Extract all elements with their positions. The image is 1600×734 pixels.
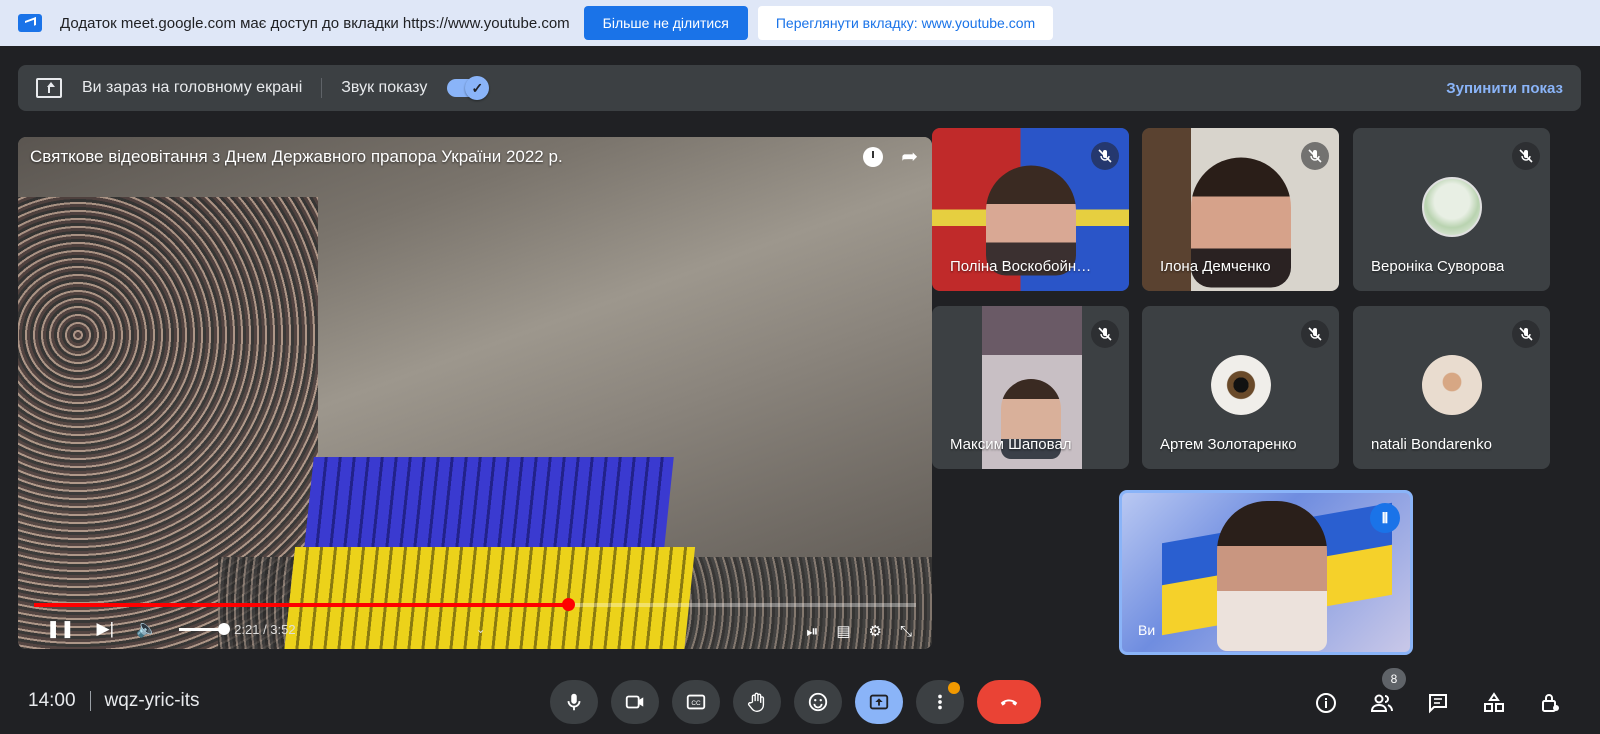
share-tab-icon	[18, 14, 42, 32]
activities-button[interactable]	[1481, 690, 1507, 716]
pause-icon[interactable]: ❚❚	[46, 619, 75, 639]
participant-tile[interactable]: natali Bondarenko	[1353, 306, 1550, 469]
more-vert-icon	[938, 694, 942, 710]
call-end-icon	[1000, 699, 1018, 706]
mic-off-icon	[1091, 142, 1119, 170]
participant-count-badge: 8	[1382, 668, 1406, 690]
chat-button[interactable]	[1425, 690, 1451, 716]
info-icon	[1316, 693, 1336, 713]
video-progress-bar[interactable]	[34, 598, 916, 611]
participant-tile[interactable]: Артем Золотаренко	[1142, 306, 1339, 469]
autoplay-toggle-icon[interactable]: ⏯	[806, 623, 818, 640]
subtitles-icon[interactable]: ▤	[836, 622, 850, 640]
host-controls-button[interactable]	[1537, 690, 1563, 716]
stop-presenting-button[interactable]: Зупинити показ	[1446, 80, 1563, 97]
clock-time: 14:00	[28, 690, 76, 711]
present-screen-icon	[36, 78, 62, 98]
volume-icon[interactable]: 🔈	[136, 619, 157, 639]
self-name: Ви	[1138, 622, 1156, 638]
present-to-all-icon	[869, 694, 889, 710]
mic-off-icon	[1301, 142, 1329, 170]
emoji-icon	[808, 692, 828, 712]
view-tab-button[interactable]: Переглянути вкладку: www.youtube.com	[757, 6, 1054, 40]
participant-tile[interactable]: Ілона Демченко	[1142, 128, 1339, 291]
more-options-button[interactable]	[916, 680, 964, 724]
participant-tile[interactable]: Поліна Воскобойн…	[932, 128, 1129, 291]
share-banner: Додаток meet.google.com має доступ до вк…	[0, 0, 1600, 46]
progress-fill	[34, 603, 569, 607]
next-icon[interactable]: ▶|	[97, 619, 115, 639]
raise-hand-button[interactable]	[733, 680, 781, 724]
chat-icon	[1429, 694, 1447, 714]
camera-button[interactable]	[611, 680, 659, 724]
participant-name: Поліна Воскобойн…	[950, 258, 1092, 275]
people-icon	[1370, 694, 1393, 712]
present-button[interactable]	[855, 680, 903, 724]
settings-icon[interactable]: ⚙	[869, 622, 882, 640]
check-icon: ✓	[465, 76, 490, 100]
leave-call-button[interactable]	[977, 680, 1041, 724]
meeting-code: wqz-yric-its	[104, 690, 200, 711]
divider	[321, 78, 323, 98]
self-video-tile[interactable]: ⦀ Ви	[1119, 490, 1413, 655]
fullscreen-exit-icon[interactable]: ⤡	[900, 623, 912, 640]
reactions-button[interactable]	[794, 680, 842, 724]
hand-icon	[747, 692, 765, 712]
watch-later-icon[interactable]	[863, 147, 884, 167]
participant-name: natali Bondarenko	[1371, 436, 1492, 453]
svg-text:CC: CC	[691, 700, 701, 707]
participant-avatar	[1210, 354, 1271, 415]
participant-avatar	[1421, 176, 1482, 237]
shapes-icon	[1484, 692, 1504, 712]
divider	[89, 691, 91, 711]
mic-button[interactable]	[550, 680, 598, 724]
mic-icon	[567, 693, 581, 711]
audio-label: Звук показу	[341, 79, 428, 96]
notification-dot	[948, 682, 960, 694]
video-title: Святкове відеовітання з Днем Державного …	[30, 147, 563, 166]
participant-name: Вероніка Суворова	[1371, 258, 1505, 275]
audio-toggle[interactable]: ✓	[447, 76, 490, 100]
meeting-details-button[interactable]	[1313, 690, 1339, 716]
lock-person-icon	[1542, 694, 1559, 712]
mic-off-icon	[1512, 320, 1540, 348]
self-face	[1217, 501, 1327, 651]
participant-name: Ілона Демченко	[1160, 258, 1271, 275]
participant-tile[interactable]: Вероніка Суворова	[1353, 128, 1550, 291]
share-icon[interactable]: ➦	[901, 147, 918, 167]
share-message: Додаток meet.google.com має доступ до вк…	[60, 14, 570, 32]
presenting-bar: Ви зараз на головному екрані Звук показу…	[18, 65, 1581, 111]
bottom-bar: 14:00 wqz-yric-its CC	[0, 672, 1600, 734]
youtube-video-player[interactable]: Святкове відеовітання з Днем Державного …	[18, 137, 932, 649]
stop-sharing-button[interactable]: Більше не ділитися	[583, 6, 748, 40]
chevron-down-icon[interactable]: ⌄	[476, 622, 486, 636]
mic-off-icon	[1301, 320, 1329, 348]
captions-button[interactable]: CC	[672, 680, 720, 724]
speaking-indicator-icon: ⦀	[1370, 503, 1400, 533]
mic-off-icon	[1512, 142, 1540, 170]
participant-tile[interactable]: Максим Шаповал	[932, 306, 1129, 469]
mic-off-icon	[1091, 320, 1119, 348]
videocam-icon	[625, 695, 644, 709]
volume-slider[interactable]	[179, 622, 231, 635]
participant-name: Максим Шаповал	[950, 436, 1072, 453]
participant-name: Артем Золотаренко	[1160, 436, 1297, 453]
participant-avatar	[1421, 354, 1482, 415]
people-button[interactable]	[1369, 690, 1395, 716]
closed-captions-icon: CC	[686, 694, 706, 710]
presenting-status: Ви зараз на головному екрані	[82, 79, 303, 96]
video-time: 2:21 / 3:52	[234, 621, 296, 637]
